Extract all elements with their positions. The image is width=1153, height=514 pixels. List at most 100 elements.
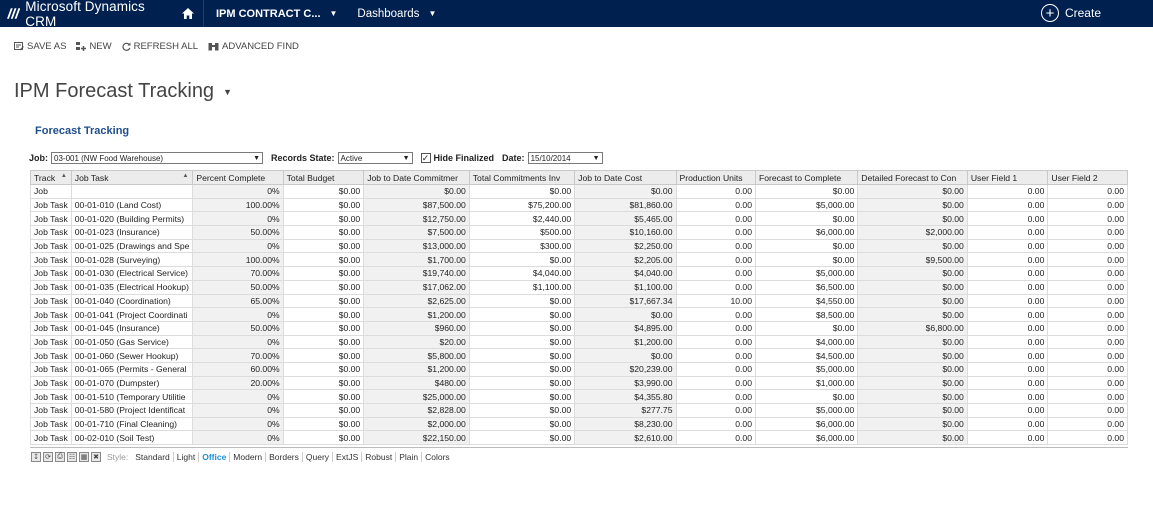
- nav-area-menu[interactable]: Dashboards ▼: [345, 0, 444, 27]
- create-button[interactable]: + Create: [1040, 4, 1101, 22]
- style-label: Style:: [107, 452, 129, 462]
- table-row[interactable]: Job Task 00-01-065 (Permits - General 60.0…: [30, 361, 1128, 377]
- style-option[interactable]: Office: [198, 452, 229, 462]
- table-cell: 0.00: [1047, 225, 1128, 240]
- table-row[interactable]: Job Task 00-02-010 (Soil Test) 0% $0.00 $22,…: [30, 430, 1128, 446]
- table-cell: Job Task: [30, 279, 72, 295]
- table-cell: 0.00: [966, 252, 1049, 268]
- date-select[interactable]: 15/10/2014 ▼: [527, 152, 603, 164]
- table-cell: $8,500.00: [754, 307, 859, 322]
- hide-finalized-checkbox[interactable]: ✓: [420, 153, 431, 163]
- style-option[interactable]: ExtJS: [332, 452, 361, 462]
- table-cell: $0.00: [857, 334, 968, 350]
- filter-icon[interactable]: ☷: [67, 452, 77, 462]
- table-cell: $0.00: [282, 334, 365, 350]
- job-select[interactable]: 03-001 (NW Food Warehouse) ▼: [51, 152, 263, 164]
- table-cell: 50.00%: [192, 320, 284, 336]
- table-cell: $0.00: [468, 293, 576, 309]
- column-header[interactable]: Forecast to Complete: [754, 170, 859, 185]
- table-row[interactable]: Job Task 00-01-035 (Electrical Hookup) 50.…: [30, 279, 1128, 295]
- table-cell: 20.00%: [192, 375, 284, 391]
- table-cell: $0.00: [754, 238, 859, 254]
- column-header[interactable]: User Field 1: [966, 170, 1049, 185]
- save-as-button[interactable]: SAVE AS: [14, 41, 66, 52]
- new-button[interactable]: NEW: [76, 41, 112, 52]
- column-header[interactable]: User Field 2: [1047, 170, 1128, 185]
- table-row[interactable]: Job Task 00-01-580 (Project Identificat 0%…: [30, 403, 1128, 418]
- column-header[interactable]: Track ▲: [30, 170, 72, 185]
- table-cell: $1,000.00: [754, 375, 859, 391]
- table-row[interactable]: Job 0% $0.00 $0.00 $0.00 $0.00 0.00 $0.00 $0.00 0…: [30, 184, 1128, 199]
- table-row[interactable]: Job Task 00-01-041 (Project Coordinati 0% $…: [30, 307, 1128, 322]
- page-title[interactable]: IPM Forecast Tracking ▼: [14, 80, 232, 103]
- refresh-icon: [122, 42, 131, 51]
- table-cell: Job Task: [30, 430, 72, 446]
- table-row[interactable]: Job Task 00-01-040 (Coordination) 65.00% $0…: [30, 293, 1128, 309]
- records-state-value: Active: [340, 153, 363, 163]
- table-cell: 0%: [192, 307, 284, 322]
- style-option[interactable]: Plain: [395, 452, 421, 462]
- table-cell: Job Task: [30, 197, 72, 213]
- style-option[interactable]: Modern: [229, 452, 265, 462]
- table-row[interactable]: Job Task 00-01-020 (Building Permits) 0% $0…: [30, 211, 1128, 227]
- table-cell: $0.00: [282, 211, 365, 227]
- table-cell: $0.00: [282, 225, 365, 240]
- refresh-grid-icon[interactable]: ⟳: [43, 452, 53, 462]
- table-cell: 0.00: [675, 334, 756, 350]
- table-cell: $19,740.00: [363, 266, 470, 281]
- table-cell: 00-01-710 (Final Cleaning): [70, 416, 194, 432]
- style-option[interactable]: Query: [301, 452, 332, 462]
- column-header[interactable]: Job to Date Cost: [574, 170, 677, 185]
- table-row[interactable]: Job Task 00-01-028 (Surveying) 100.00% $0.0…: [30, 252, 1128, 268]
- column-header[interactable]: Detailed Forecast to Con: [857, 170, 968, 185]
- table-row[interactable]: Job Task 00-01-710 (Final Cleaning) 0% $0.0…: [30, 416, 1128, 432]
- records-state-select[interactable]: Active ▼: [337, 152, 413, 164]
- table-cell: $0.00: [857, 211, 968, 227]
- home-button[interactable]: [172, 0, 203, 27]
- table-cell: 0.00: [675, 279, 756, 295]
- table-cell: $500.00: [468, 225, 576, 240]
- style-option[interactable]: Borders: [265, 452, 302, 462]
- app-logo[interactable]: Microsoft Dynamics CRM: [0, 0, 172, 29]
- table-row[interactable]: Job Task 00-01-025 (Drawings and Spe 0% $0.…: [30, 238, 1128, 254]
- table-row[interactable]: Job Task 00-01-070 (Dumpster) 20.00% $0.00 $…: [30, 375, 1128, 391]
- table-cell: $0.00: [282, 293, 365, 309]
- table-row[interactable]: Job Task 00-01-030 (Electrical Service) 70…: [30, 266, 1128, 281]
- table-cell: $4,040.00: [574, 266, 677, 281]
- style-option[interactable]: Colors: [421, 452, 453, 462]
- tools-icon[interactable]: ✖: [91, 452, 101, 462]
- column-header[interactable]: Job to Date Commitmer: [363, 170, 470, 185]
- table-cell: $0.00: [282, 389, 365, 404]
- table-cell: $0.00: [857, 279, 968, 295]
- table-cell: $5,465.00: [574, 211, 677, 227]
- column-header[interactable]: Production Units: [675, 170, 756, 185]
- advanced-find-button[interactable]: ADVANCED FIND: [208, 41, 299, 52]
- column-header[interactable]: Total Budget: [282, 170, 365, 185]
- table-cell: $3,990.00: [574, 375, 677, 391]
- column-header[interactable]: Percent Complete: [192, 170, 284, 185]
- columns-icon[interactable]: ▦: [79, 452, 89, 462]
- column-header[interactable]: Job Task ▲: [70, 170, 194, 185]
- style-option[interactable]: Light: [172, 452, 198, 462]
- table-cell: $87,500.00: [363, 197, 470, 213]
- table-cell: $0.00: [468, 184, 576, 199]
- table-row[interactable]: Job Task 00-01-060 (Sewer Hookup) 70.00% $0…: [30, 348, 1128, 363]
- table-cell: $2,828.00: [363, 403, 470, 418]
- table-cell: 0.00: [1047, 266, 1128, 281]
- forecast-table: Track ▲ Job Task ▲ Percent Complete Total Bud…: [30, 170, 1128, 446]
- column-header[interactable]: Total Commitments Inv: [468, 170, 576, 185]
- table-cell: 0.00: [966, 430, 1049, 446]
- table-row[interactable]: Job Task 00-01-050 (Gas Service) 0% $0.00 $2…: [30, 334, 1128, 350]
- nav-entity-menu[interactable]: IPM CONTRACT C... ▼: [204, 0, 345, 27]
- print-icon[interactable]: ⎙: [55, 452, 65, 462]
- style-option[interactable]: Standard: [132, 452, 173, 462]
- refresh-all-button[interactable]: REFRESH ALL: [122, 41, 198, 52]
- table-row[interactable]: Job Task 00-01-510 (Temporary Utilitie 0% $…: [30, 389, 1128, 404]
- table-row[interactable]: Job Task 00-01-010 (Land Cost) 100.00% $0.0…: [30, 197, 1128, 213]
- table-cell: $4,550.00: [754, 293, 859, 309]
- export-icon[interactable]: ↧: [31, 452, 41, 462]
- table-row[interactable]: Job Task 00-01-045 (Insurance) 50.00% $0.00…: [30, 320, 1128, 336]
- style-option[interactable]: Robust: [361, 452, 395, 462]
- table-row[interactable]: Job Task 00-01-023 (Insurance) 50.00% $0.00…: [30, 225, 1128, 240]
- table-cell: $0.00: [468, 361, 576, 377]
